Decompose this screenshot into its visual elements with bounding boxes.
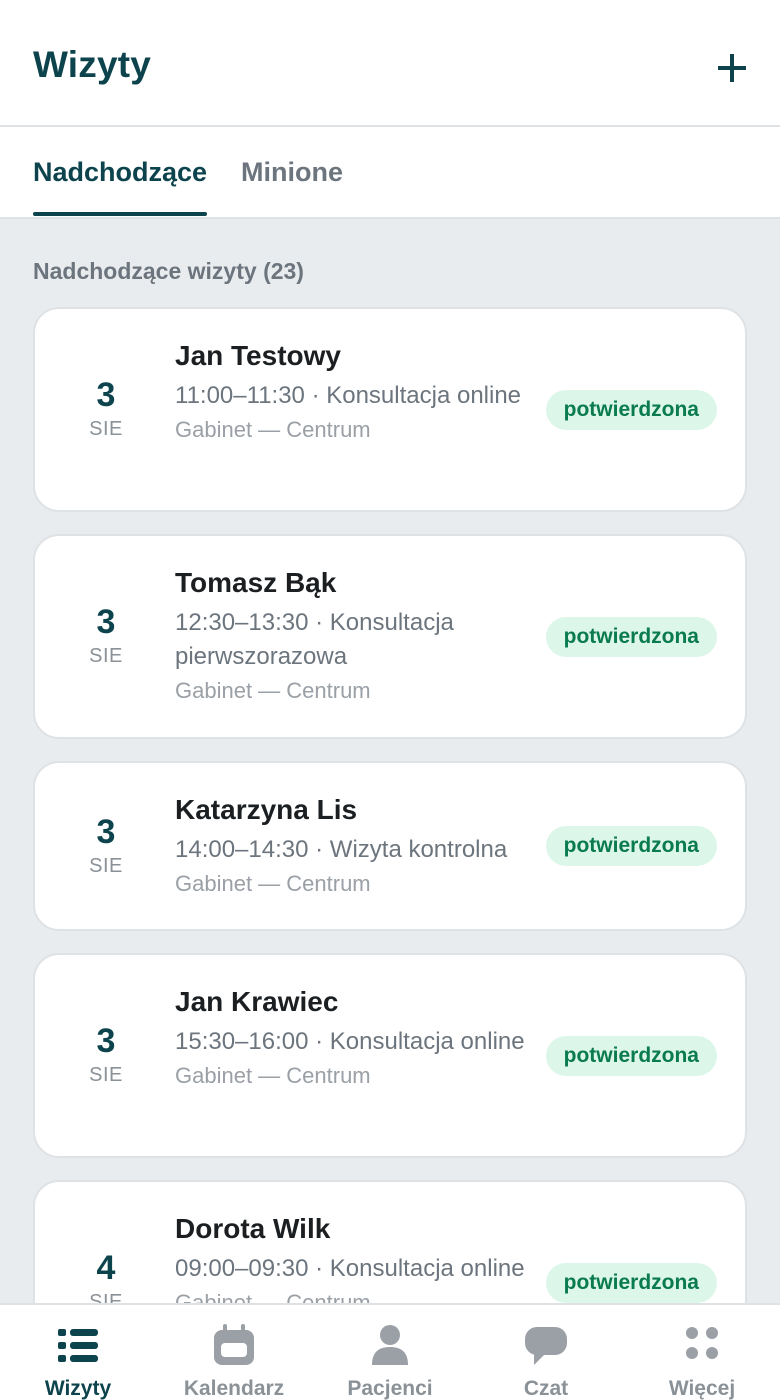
more-grid-icon — [686, 1327, 718, 1359]
patient-name: Tomasz Bąk — [175, 567, 337, 598]
status-badge: potwierdzona — [545, 616, 717, 657]
status-badge: potwierdzona — [545, 1035, 717, 1076]
appointment-info: Jan Krawiec 15:30–16:00 · Konsultacja on… — [175, 985, 530, 1093]
appointment-month: SIE — [89, 645, 123, 667]
appointment-location: Gabinet — Centrum — [175, 1063, 371, 1088]
appointment-details: 09:00–09:30 · Konsultacja online — [175, 1255, 525, 1282]
status-badge: potwierdzona — [545, 826, 717, 866]
nav-label: Wizyty — [44, 1377, 112, 1400]
appointment-info: Tomasz Bąk 12:30–13:30 · Konsultacja pie… — [175, 566, 530, 708]
appointment-month: SIE — [89, 1064, 123, 1086]
appointment-date: 3 SIE — [35, 955, 177, 1156]
appointment-card[interactable]: 3 SIE Jan Krawiec 15:30–16:00 · Konsulta… — [33, 953, 747, 1158]
plus-icon — [718, 54, 746, 82]
page-title: Wizyty — [33, 44, 152, 85]
nav-label: Czat — [523, 1377, 569, 1400]
tab-bar: Nadchodzące Minione — [0, 127, 780, 219]
appointment-day: 4 — [96, 1249, 116, 1287]
add-appointment-button[interactable] — [714, 50, 750, 86]
tab-upcoming[interactable]: Nadchodzące — [33, 157, 208, 216]
nav-label: Pacjenci — [347, 1377, 433, 1400]
app-header: Wizyty — [0, 0, 780, 127]
person-icon — [372, 1325, 408, 1365]
appointment-day: 3 — [96, 376, 116, 414]
appointment-date: 3 SIE — [35, 309, 177, 510]
appointment-details: 11:00–11:30 · Konsultacja online — [175, 382, 522, 409]
nav-item-wizyty[interactable]: Wizyty — [0, 1305, 156, 1400]
appointment-date: 3 SIE — [35, 763, 177, 929]
nav-label: Kalendarz — [183, 1377, 285, 1400]
appointment-card[interactable]: 3 SIE Katarzyna Lis 14:00–14:30 · Wizyta… — [33, 761, 747, 931]
appointment-details: 15:30–16:00 · Konsultacja online — [175, 1028, 525, 1055]
section-heading: Nadchodzące wizyty (23) — [33, 258, 304, 284]
appointment-day: 3 — [96, 603, 116, 641]
appointment-date: 3 SIE — [35, 536, 177, 737]
appointment-day: 3 — [96, 812, 116, 851]
appointment-info: Katarzyna Lis 14:00–14:30 · Wizyta kontr… — [175, 793, 565, 901]
patient-name: Dorota Wilk — [175, 1213, 331, 1244]
nav-item-kalendarz[interactable]: Kalendarz — [156, 1305, 312, 1400]
status-badge: potwierdzona — [545, 389, 717, 430]
chat-bubble-icon — [525, 1327, 567, 1365]
status-badge: potwierdzona — [545, 1262, 717, 1303]
appointment-month: SIE — [89, 418, 123, 440]
appointment-card[interactable]: 3 SIE Jan Testowy 11:00–11:30 · Konsulta… — [33, 307, 747, 512]
nav-item-czat[interactable]: Czat — [468, 1305, 624, 1400]
appointment-details: 14:00–14:30 · Wizyta kontrolna — [175, 836, 508, 863]
appointment-location: Gabinet — Centrum — [175, 678, 371, 703]
calendar-icon — [214, 1324, 254, 1365]
appointment-location: Gabinet — Centrum — [175, 417, 371, 442]
appointment-card[interactable]: 3 SIE Tomasz Bąk 12:30–13:30 · Konsultac… — [33, 534, 747, 739]
appointment-month: SIE — [89, 854, 123, 877]
bottom-nav: Wizyty Kalendarz Pacjenci Czat Więcej — [0, 1303, 780, 1400]
appointment-details: 12:30–13:30 · Konsultacja pierwszorazowa — [175, 609, 454, 670]
appointment-info: Jan Testowy 11:00–11:30 · Konsultacja on… — [175, 339, 530, 447]
nav-item-pacjenci[interactable]: Pacjenci — [312, 1305, 468, 1400]
tab-past[interactable]: Minione — [241, 157, 343, 214]
patient-name: Jan Krawiec — [175, 986, 339, 1017]
nav-label: Więcej — [668, 1377, 736, 1400]
patient-name: Jan Testowy — [175, 340, 341, 371]
list-icon — [58, 1329, 98, 1362]
nav-item-wiecej[interactable]: Więcej — [624, 1305, 780, 1400]
appointment-list: 3 SIE Jan Testowy 11:00–11:30 · Konsulta… — [33, 307, 747, 1400]
appointment-day: 3 — [96, 1022, 116, 1060]
appointment-location: Gabinet — Centrum — [175, 871, 371, 896]
patient-name: Katarzyna Lis — [175, 794, 358, 825]
